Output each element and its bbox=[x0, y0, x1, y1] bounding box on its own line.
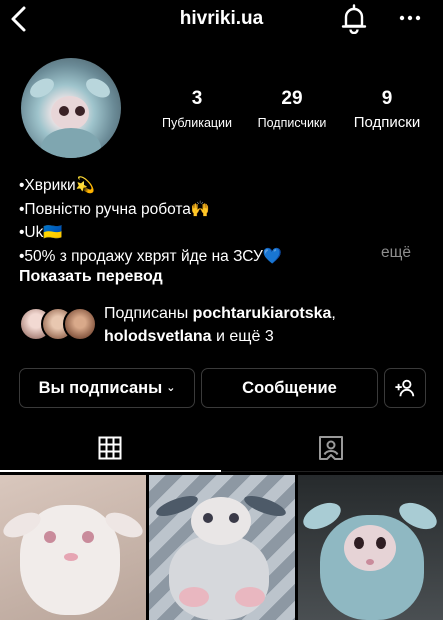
post-thumbnail[interactable] bbox=[298, 475, 443, 620]
followers-count[interactable]: 29 Подписчики bbox=[246, 88, 338, 130]
post-thumbnail[interactable] bbox=[0, 475, 146, 620]
separator: , bbox=[331, 305, 336, 322]
suggested-users-button[interactable] bbox=[384, 368, 426, 408]
post-thumbnail[interactable] bbox=[149, 475, 295, 620]
followers-count-value: 29 bbox=[281, 88, 303, 109]
tab-tagged[interactable] bbox=[221, 432, 442, 472]
bio-line: •Uk🇺🇦 bbox=[19, 224, 63, 241]
followed-by-text[interactable]: Подписаны pochtarukiarotska, holodsvetla… bbox=[104, 302, 434, 348]
profile-bio: •Хврики💫 •Повністю ручна робота🙌 •Uk🇺🇦 •… bbox=[19, 174, 282, 268]
followed-by-suffix: и ещё 3 bbox=[211, 328, 274, 345]
tagged-icon bbox=[319, 436, 343, 460]
profile-username: hivriki.ua bbox=[179, 8, 264, 29]
bell-icon[interactable] bbox=[340, 4, 368, 34]
add-user-icon bbox=[395, 379, 415, 397]
followed-by-prefix: Подписаны bbox=[104, 305, 193, 322]
mutual-followers-avatars[interactable] bbox=[19, 307, 97, 343]
mutual-user-link[interactable]: pochtarukiarotska bbox=[193, 305, 332, 322]
posts-count-label: Публикации bbox=[161, 116, 233, 130]
following-count-label: Подписки bbox=[353, 114, 421, 131]
message-button-label: Сообщение bbox=[242, 379, 337, 397]
following-count[interactable]: 9 Подписки bbox=[342, 88, 432, 131]
top-bar: hivriki.ua bbox=[0, 0, 443, 40]
following-count-value: 9 bbox=[381, 88, 393, 109]
bio-more-link[interactable]: ещё bbox=[381, 244, 411, 262]
bio-line: •50% з продажу хврят йде на ЗСУ💙 bbox=[19, 247, 283, 265]
mutual-user-link[interactable]: holodsvetlana bbox=[104, 328, 212, 345]
show-translation-link[interactable]: Показать перевод bbox=[19, 268, 163, 286]
following-button[interactable]: Вы подписаны ⌄ bbox=[19, 368, 195, 408]
message-button[interactable]: Сообщение bbox=[201, 368, 378, 408]
posts-count[interactable]: 3 Публикации bbox=[152, 88, 242, 130]
more-icon[interactable] bbox=[398, 6, 422, 30]
avatar bbox=[63, 307, 97, 341]
bio-line: •Повністю ручна робота🙌 bbox=[19, 200, 211, 218]
chevron-down-icon: ⌄ bbox=[166, 382, 176, 394]
posts-count-value: 3 bbox=[191, 88, 203, 109]
following-button-label: Вы подписаны bbox=[38, 379, 163, 397]
grid-icon bbox=[98, 436, 122, 460]
bio-line: •Хврики💫 bbox=[19, 177, 96, 194]
followers-count-label: Подписчики bbox=[257, 116, 327, 130]
profile-avatar[interactable] bbox=[21, 58, 121, 158]
tab-grid[interactable] bbox=[0, 432, 221, 472]
